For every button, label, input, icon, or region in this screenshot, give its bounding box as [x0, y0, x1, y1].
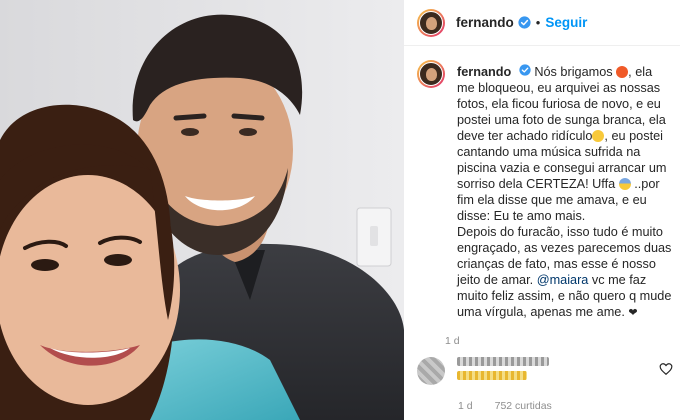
caption-username[interactable]: fernando	[457, 65, 511, 79]
comment-likes[interactable]: 752 curtidas	[495, 400, 552, 412]
caption-timestamp[interactable]: 1 d	[445, 335, 672, 347]
caption-avatar[interactable]	[417, 60, 445, 88]
comment-timestamp: 1 d	[458, 400, 473, 412]
blurred-comment	[457, 357, 659, 385]
caption-block: fernando Nós brigamos , ela me bloqueou,…	[404, 46, 680, 347]
post-photo[interactable]	[0, 0, 404, 420]
follow-button[interactable]: Seguir	[545, 15, 587, 30]
angry-face-emoji	[616, 66, 629, 78]
heart-icon[interactable]	[659, 362, 673, 381]
couple-selfie-image	[0, 0, 404, 420]
blurred-comment-text	[457, 371, 527, 380]
mention-link[interactable]: @maiara	[537, 273, 589, 287]
post-caption: fernando Nós brigamos , ela me bloqueou,…	[457, 64, 672, 321]
header-separator: •	[535, 15, 541, 30]
blurred-username	[457, 357, 549, 366]
post-header: fernando • Seguir	[404, 0, 680, 46]
heart-emoji: ❤	[628, 307, 638, 319]
commenter-avatar[interactable]	[417, 357, 445, 385]
comment-row	[417, 353, 673, 389]
fearful-face-emoji	[618, 178, 631, 190]
sweat-smile-emoji	[592, 130, 605, 142]
verified-badge-icon	[519, 64, 531, 76]
post-sidebar: fernando • Seguir fernando Nós brigamos …	[404, 0, 680, 420]
verified-badge-icon	[518, 16, 531, 29]
caption-text-1: Nós brigamos	[530, 65, 617, 79]
author-avatar[interactable]	[417, 8, 445, 37]
author-username[interactable]: fernando	[456, 15, 514, 30]
comment-footer: 1 d 752 curtidas	[404, 392, 680, 420]
